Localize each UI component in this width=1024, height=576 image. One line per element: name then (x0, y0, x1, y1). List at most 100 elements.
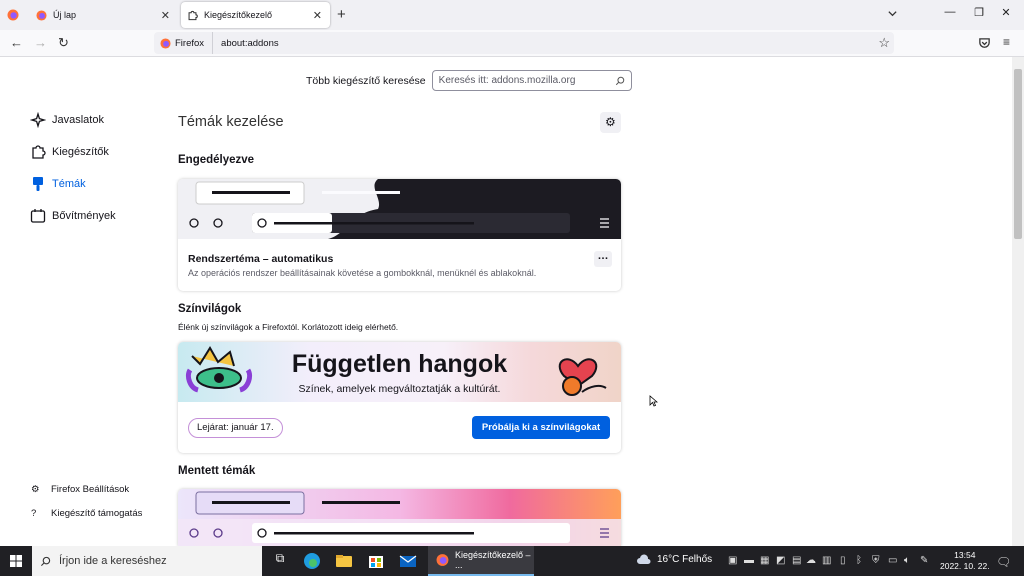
identity-box[interactable]: Firefox (154, 32, 214, 54)
sidebar-item-recommendations[interactable]: Javaslatok (30, 112, 104, 128)
sidebar-item-label: Kiegészítők (52, 146, 109, 158)
new-tab-button[interactable]: + (337, 6, 346, 23)
cloud-icon (637, 554, 651, 564)
notification-icon[interactable]: 🗨︎ (996, 555, 1011, 569)
tray-app-icon[interactable]: ◩ (776, 555, 785, 566)
page-title: Témák kezelése (178, 114, 284, 130)
firefox-icon (36, 9, 47, 21)
pocket-icon[interactable] (978, 37, 991, 50)
tray-app-icon[interactable]: ▦ (760, 555, 769, 566)
mail-icon[interactable] (398, 551, 418, 571)
firefox-icon (160, 37, 171, 49)
url-text[interactable]: about:addons (221, 38, 279, 49)
taskbar-firefox-button[interactable]: Kiegészítőkezelő – ... (428, 546, 534, 576)
colorways-heading: Színvilágok (178, 303, 242, 315)
tray-app-icon[interactable]: ▤ (792, 555, 801, 566)
reload-icon[interactable]: ↻ (58, 35, 69, 51)
sparkle-icon (30, 112, 46, 128)
edge-icon[interactable] (302, 551, 322, 571)
bookmark-star-icon[interactable]: ☆ (878, 35, 890, 51)
sidebar-footer-label: Kiegészítő támogatás (51, 508, 143, 519)
store-icon[interactable] (366, 551, 386, 571)
addon-search-row: Több kiegészítő keresése Keresés itt: ad… (306, 70, 632, 91)
pen-icon[interactable]: ✎ (920, 555, 928, 566)
tray-app-icon[interactable]: ▬ (744, 555, 754, 566)
display-icon[interactable]: ▭ (888, 555, 897, 566)
firefox-icon (7, 9, 19, 21)
close-tab-icon[interactable]: ✕ (313, 9, 322, 22)
minimize-button[interactable]: — (940, 6, 960, 24)
sidebar-item-label: Javaslatok (52, 114, 104, 126)
brush-icon (33, 177, 43, 191)
sidebar-item-themes[interactable]: Témák (30, 176, 86, 192)
scrollbar-thumb[interactable] (1014, 69, 1022, 239)
sidebar-item-plugins[interactable]: Bővítmények (30, 208, 116, 224)
tools-menu-button[interactable]: ⚙ (600, 112, 621, 133)
taskbar-search-placeholder: Írjon ide a kereséshez (59, 555, 167, 567)
back-arrow-icon[interactable]: ← (10, 35, 23, 50)
firefox-icon (436, 554, 449, 566)
sidebar-item-addon-support[interactable]: ? Kiegészítő támogatás (31, 508, 142, 519)
plugin-icon (30, 209, 46, 223)
bluetooth-icon[interactable]: ᛒ (856, 555, 862, 566)
close-tab-icon[interactable]: ✕ (161, 9, 170, 22)
search-label: Több kiegészítő keresése (306, 74, 426, 87)
chevron-down-icon[interactable] (887, 8, 898, 19)
restore-button[interactable]: ❐ (969, 6, 989, 24)
puzzle-icon (32, 145, 46, 159)
firefox-view-tab[interactable] (0, 2, 26, 28)
banner-subtitle: Színek, amelyek megváltoztatják a kultúr… (298, 383, 501, 395)
taskbar-search-input[interactable]: Írjon ide a kereséshez (32, 546, 262, 576)
search-icon (615, 76, 624, 85)
sidebar-item-extensions[interactable]: Kiegészítők (30, 144, 109, 160)
tray-app-icon[interactable]: ▯ (840, 555, 846, 566)
theme-name: Rendszertéma – automatikus (188, 253, 334, 265)
try-colorways-button[interactable]: Próbálja ki a színvilágokat (472, 416, 610, 439)
search-input[interactable]: Keresés itt: addons.mozilla.org (431, 70, 632, 91)
sidebar-footer-label: Firefox Beállítások (51, 484, 130, 495)
clock-time: 13:54 (954, 550, 976, 560)
mouse-cursor-icon (649, 395, 658, 407)
search-placeholder: Keresés itt: addons.mozilla.org (438, 75, 576, 86)
tray-app-icon[interactable]: ▣ (728, 555, 737, 566)
navigation-toolbar: ← → ↻ Firefox about:addons ☆ ≡ (0, 30, 1024, 57)
task-view-icon[interactable]: ⧉ (270, 551, 290, 571)
scrollbar[interactable] (1012, 57, 1024, 546)
close-window-button[interactable]: ✕ (996, 6, 1016, 24)
windows-start-icon[interactable] (10, 555, 22, 567)
theme-preview (178, 179, 621, 239)
tab-addons-manager[interactable]: Kiegészítőkezelő ✕ (181, 2, 330, 28)
forward-arrow-icon[interactable]: → (34, 35, 47, 50)
theme-card-saved[interactable] (178, 489, 621, 546)
onenote-icon[interactable]: ▥ (822, 555, 831, 566)
windows-taskbar: Írjon ide a kereséshez ⧉ Kiegészítőkezel… (0, 546, 1024, 576)
security-icon[interactable]: ⛨ (872, 555, 880, 566)
colorways-banner: Független hangok Színek, amelyek megvált… (178, 342, 621, 402)
weather-widget[interactable]: 16°C Felhős (636, 554, 712, 565)
saved-themes-heading: Mentett témák (178, 465, 256, 477)
help-icon: ? (31, 508, 37, 519)
more-options-button[interactable]: … (594, 251, 612, 267)
sidebar-item-label: Bővítmények (52, 210, 116, 222)
tab-strip: Új lap ✕ Kiegészítőkezelő ✕ + — ❐ ✕ (0, 0, 1024, 30)
tab-label: Kiegészítőkezelő (204, 10, 273, 20)
expiry-badge: Lejárat: január 17. (188, 418, 283, 438)
sidebar-item-firefox-settings[interactable]: ⚙ Firefox Beállítások (31, 484, 129, 495)
gear-icon: ⚙ (605, 115, 616, 129)
gear-icon: ⚙ (31, 484, 40, 495)
menu-icon[interactable]: ≡ (1003, 35, 1010, 49)
volume-icon[interactable]: 🔈︎ (904, 555, 910, 566)
addons-page: Több kiegészítő keresése Keresés itt: ad… (0, 57, 1012, 546)
search-icon (40, 556, 51, 566)
tab-new-page[interactable]: Új lap ✕ (28, 2, 178, 28)
taskbar-app-label: Kiegészítőkezelő – ... (454, 550, 531, 570)
banner-title: Független hangok (291, 350, 508, 378)
system-clock[interactable]: 13:54 2022. 10. 22. (940, 550, 990, 572)
url-bar[interactable]: Firefox about:addons ☆ (154, 32, 894, 54)
colorways-description: Élénk új színvilágok a Firefoxtól. Korlá… (178, 322, 399, 332)
clock-date: 2022. 10. 22. (940, 561, 990, 571)
file-explorer-icon[interactable] (334, 551, 354, 571)
weather-text: 16°C Felhős (657, 554, 713, 565)
theme-card-system[interactable]: Rendszertéma – automatikus Az operációs … (178, 179, 621, 291)
onedrive-icon[interactable]: ☁ (806, 555, 816, 566)
